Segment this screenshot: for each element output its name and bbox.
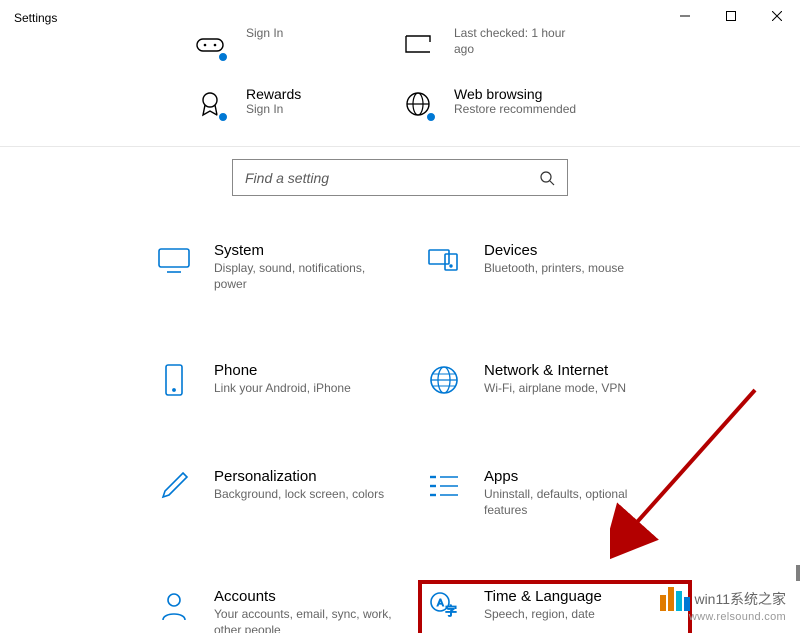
category-sub: Link your Android, iPhone bbox=[214, 381, 351, 397]
category-apps[interactable]: Apps Uninstall, defaults, optional featu… bbox=[420, 462, 690, 524]
status-badge-icon bbox=[217, 111, 229, 123]
search-area bbox=[0, 147, 800, 236]
update-icon bbox=[400, 26, 436, 62]
category-title: Network & Internet bbox=[484, 362, 626, 379]
apps-icon bbox=[426, 468, 462, 504]
system-icon bbox=[156, 242, 192, 278]
category-title: Personalization bbox=[214, 468, 384, 485]
quick-title: Rewards bbox=[246, 86, 301, 102]
quick-sub: Restore recommended bbox=[454, 102, 576, 118]
category-personalization[interactable]: Personalization Background, lock screen,… bbox=[150, 462, 420, 524]
category-system[interactable]: System Display, sound, notifications, po… bbox=[150, 236, 420, 298]
time-language-icon: A字 bbox=[426, 588, 462, 624]
minimize-button[interactable] bbox=[662, 0, 708, 32]
category-sub: Background, lock screen, colors bbox=[214, 487, 384, 503]
svg-text:A: A bbox=[437, 598, 444, 609]
quick-sub: Sign In bbox=[246, 102, 301, 118]
category-sub: Your accounts, email, sync, work, other … bbox=[214, 607, 394, 633]
globe-icon bbox=[400, 86, 436, 122]
status-badge-icon bbox=[217, 51, 229, 63]
category-sub: Wi-Fi, airplane mode, VPN bbox=[484, 381, 626, 397]
watermark: win11系统之家 www.relsound.com bbox=[660, 587, 786, 623]
accounts-icon bbox=[156, 588, 192, 624]
quick-status-area: Sign In Last checked: 1 hour ago Rewards… bbox=[0, 22, 800, 146]
category-accounts[interactable]: Accounts Your accounts, email, sync, wor… bbox=[150, 582, 420, 633]
phone-icon bbox=[156, 362, 192, 398]
category-sub: Bluetooth, printers, mouse bbox=[484, 261, 624, 277]
search-input[interactable] bbox=[245, 170, 555, 186]
category-sub: Uninstall, defaults, optional features bbox=[484, 487, 664, 518]
category-devices[interactable]: Devices Bluetooth, printers, mouse bbox=[420, 236, 690, 298]
status-badge-icon bbox=[425, 111, 437, 123]
settings-categories: System Display, sound, notifications, po… bbox=[0, 236, 800, 633]
watermark-text: win11系统之家 bbox=[694, 589, 786, 609]
network-icon bbox=[426, 362, 462, 398]
category-title: Time & Language bbox=[484, 588, 602, 605]
close-icon bbox=[772, 11, 782, 21]
category-title: Phone bbox=[214, 362, 351, 379]
watermark-url: www.relsound.com bbox=[660, 611, 786, 623]
personalization-icon bbox=[156, 468, 192, 504]
category-network[interactable]: Network & Internet Wi-Fi, airplane mode,… bbox=[420, 356, 690, 404]
category-phone[interactable]: Phone Link your Android, iPhone bbox=[150, 356, 420, 404]
category-title: Devices bbox=[484, 242, 624, 259]
scrollbar-thumb[interactable] bbox=[796, 565, 800, 581]
maximize-button[interactable] bbox=[708, 0, 754, 32]
watermark-logo-icon bbox=[660, 587, 690, 611]
maximize-icon bbox=[726, 11, 736, 21]
svg-text:字: 字 bbox=[445, 603, 457, 618]
category-title: Accounts bbox=[214, 588, 394, 605]
quick-item-rewards[interactable]: Rewards Sign In bbox=[192, 82, 392, 126]
quick-item-web-browsing[interactable]: Web browsing Restore recommended bbox=[400, 82, 600, 126]
rewards-icon bbox=[192, 86, 228, 122]
quick-title: Web browsing bbox=[454, 86, 576, 102]
category-title: Apps bbox=[484, 468, 664, 485]
window-title: Settings bbox=[0, 11, 57, 25]
category-sub: Display, sound, notifications, power bbox=[214, 261, 394, 292]
category-title: System bbox=[214, 242, 394, 259]
category-time-language[interactable]: A字 Time & Language Speech, region, date bbox=[418, 580, 692, 633]
devices-icon bbox=[426, 242, 462, 278]
xbox-icon bbox=[192, 26, 228, 62]
minimize-icon bbox=[680, 11, 690, 21]
window-buttons bbox=[662, 0, 800, 32]
search-box[interactable] bbox=[232, 159, 568, 196]
category-sub: Speech, region, date bbox=[484, 607, 602, 623]
search-icon bbox=[539, 170, 555, 186]
close-button[interactable] bbox=[754, 0, 800, 32]
